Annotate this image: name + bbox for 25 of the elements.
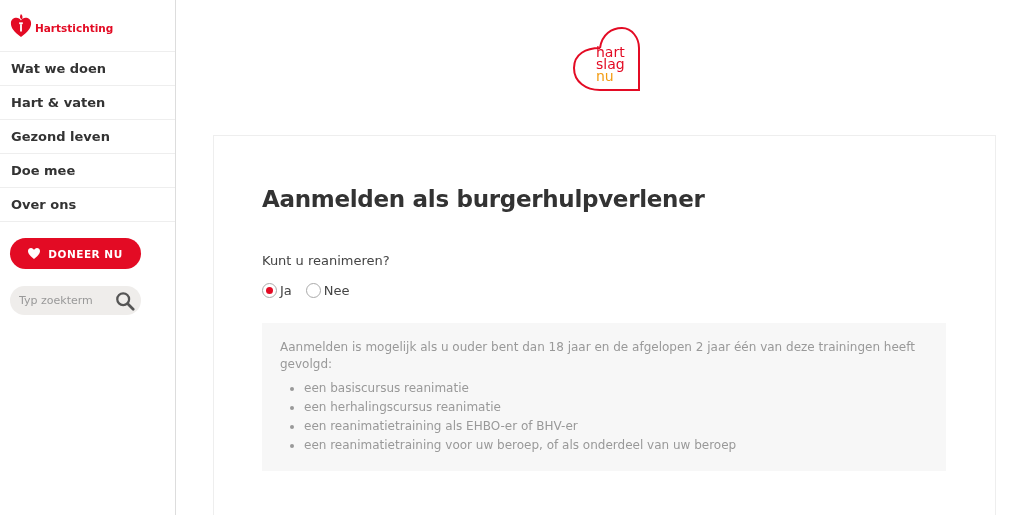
brand-name: Hartstichting (35, 21, 114, 34)
search-icon (115, 291, 135, 311)
list-item: een reanimatietraining voor uw beroep, of als onderdeel van uw beroep (304, 437, 737, 454)
nav-item[interactable]: Over ons (0, 188, 175, 222)
list-item: een basiscursus reanimatie (304, 380, 469, 397)
heart-icon (28, 248, 41, 259)
question-label: Kunt u reanimeren? (262, 253, 391, 268)
nav-item[interactable]: Wat we doen (0, 52, 175, 86)
nav-item[interactable]: Hart & vaten (0, 86, 175, 120)
form-title: Aanmelden als burgerhulpverlener (262, 186, 706, 212)
hartslag-logo: hart slag nu (572, 26, 640, 92)
donate-button[interactable]: DONEER NU (10, 238, 141, 269)
bullet-icon (290, 386, 294, 391)
list-item: een herhalingscursus reanimatie (304, 399, 501, 416)
heart-torch-icon (10, 13, 32, 38)
bullet-icon (290, 424, 294, 429)
bullet-icon (290, 443, 294, 448)
info-text: Aanmelden is mogelijk als u ouder bent dan 18 jaar en de afgelopen 2 jaar één van deze trainingen heeft gevolgd: (280, 339, 916, 373)
radio-label[interactable]: Ja (280, 283, 292, 298)
search-field[interactable]: Typ zoekterm (10, 286, 141, 315)
nav-item[interactable]: Doe mee (0, 154, 175, 188)
radio-label[interactable]: Nee (323, 283, 350, 298)
bullet-icon (290, 405, 294, 410)
nav-item[interactable]: Gezond leven (0, 120, 175, 154)
list-item: een reanimatietraining als EHBO-er of BHV-er (304, 418, 578, 435)
